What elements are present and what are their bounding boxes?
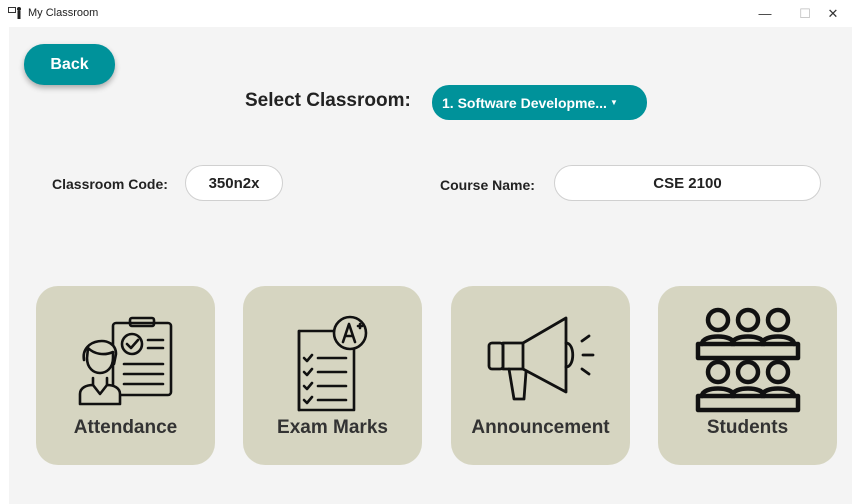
exam-marks-card[interactable]: Exam Marks — [243, 286, 422, 465]
attendance-label: Attendance — [73, 417, 178, 438]
main-panel: Back Select Classroom: 1. Software Devel… — [9, 27, 852, 504]
back-button[interactable]: Back — [24, 44, 115, 85]
selected-classroom: 1. Software Developme... — [442, 94, 607, 111]
announcement-label: Announcement — [471, 417, 610, 438]
classroom-code-field[interactable]: 350n2x — [185, 165, 283, 201]
course-name-field[interactable]: CSE 2100 — [554, 165, 821, 201]
chevron-down-icon: ▼ — [609, 98, 618, 107]
students-card[interactable]: Students — [658, 286, 837, 465]
app-icon — [8, 7, 21, 19]
exam-marks-label: Exam Marks — [277, 417, 388, 438]
attendance-card[interactable]: Attendance — [36, 286, 215, 465]
course-name-label: Course Name: — [440, 177, 535, 193]
title-bar: My Classroom — ☐ ✕ — [0, 0, 852, 27]
classroom-dropdown[interactable]: 1. Software Developme... ▼ — [432, 85, 647, 120]
students-label: Students — [706, 417, 789, 438]
classroom-code-label: Classroom Code: — [52, 176, 168, 192]
close-button[interactable]: ✕ — [816, 0, 850, 27]
select-classroom-label: Select Classroom: — [245, 90, 411, 111]
minimize-button[interactable]: — — [748, 0, 782, 27]
announcement-card[interactable]: Announcement — [451, 286, 630, 465]
window-title: My Classroom — [28, 7, 99, 19]
